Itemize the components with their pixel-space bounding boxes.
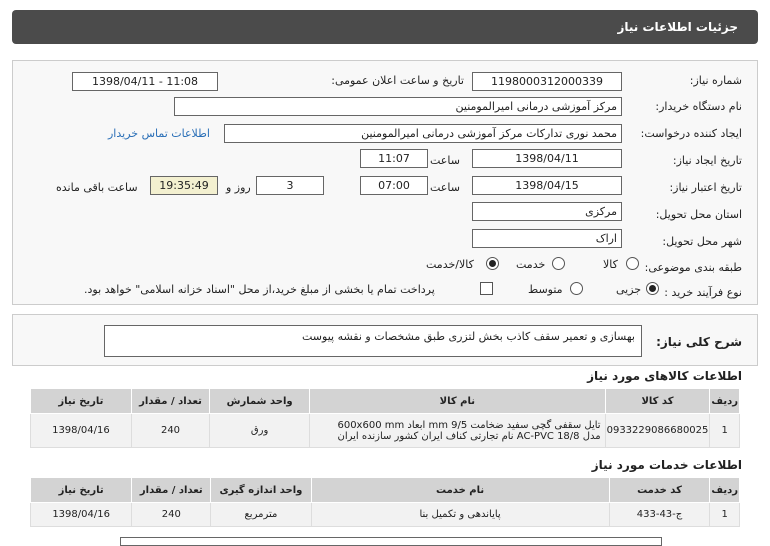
radio-goods[interactable] xyxy=(626,257,639,270)
remaining-time-field: 19:35:49 xyxy=(150,176,218,195)
goods-cell-code: 0933229086680025 xyxy=(604,413,711,448)
services-section-title: اطلاعات خدمات مورد نیاز xyxy=(591,458,742,472)
page-title: جزئیات اطلاعات نیاز xyxy=(617,20,738,34)
created-time-label: ساعت xyxy=(430,154,460,167)
created-time-field[interactable]: 11:07 xyxy=(360,149,428,168)
services-cell-row: 1 xyxy=(709,502,740,527)
page-header: جزئیات اطلاعات نیاز xyxy=(12,10,758,44)
created-date-field[interactable]: 1398/04/11 xyxy=(472,149,622,168)
category-label: طبقه بندی موضوعی: xyxy=(644,261,742,274)
need-number-label: شماره نیاز: xyxy=(689,74,742,87)
announce-field[interactable]: 1398/04/11 - 11:08 xyxy=(72,72,218,91)
valid-time-label: ساعت xyxy=(430,181,460,194)
created-date-label: تاریخ ایجاد نیاز: xyxy=(672,154,742,167)
goods-name-line1: تایل سقفی گچی سفید ضخامت 9/5 mm ابعاد 60… xyxy=(337,419,601,431)
description-label: شرح کلی نیاز: xyxy=(656,335,742,349)
radio-medium-label: متوسط xyxy=(528,283,563,296)
services-table: تاریخ نیاز تعداد / مقدار واحد اندازه گیر… xyxy=(29,477,740,527)
goods-table: تاریخ نیاز تعداد / مقدار واحد شمارش نام … xyxy=(30,388,740,448)
services-header-row: ردیف xyxy=(709,477,740,503)
creator-label: ایجاد کننده درخواست: xyxy=(640,127,742,140)
services-cell-code: ج-43-433 xyxy=(608,502,711,527)
province-field[interactable]: مرکزی xyxy=(472,202,622,221)
valid-date-label: تاریخ اعتبار نیاز: xyxy=(669,181,742,194)
days-field[interactable]: 3 xyxy=(256,176,324,195)
goods-name-line2: مدل AC-PVC 18/8 نام تجارتی کناف ایران کش… xyxy=(337,430,601,442)
radio-partial-label: جزیی xyxy=(616,283,642,296)
goods-cell-unit: ورق xyxy=(209,413,311,448)
services-header-code: کد خدمت xyxy=(608,477,711,503)
radio-goods-service[interactable] xyxy=(486,257,499,270)
services-header-unit: واحد اندازه گیری xyxy=(210,477,312,503)
table-row[interactable]: 1398/04/16 240 مترمربع پایاندهی و تکمیل … xyxy=(29,502,740,527)
goods-header-qty: تعداد / مقدار xyxy=(130,388,211,414)
description-field[interactable]: بهسازی و تعمیر سقف کاذب بخش لتزری طبق مش… xyxy=(104,325,642,357)
radio-service[interactable] xyxy=(552,257,565,270)
contact-link[interactable]: اطلاعات تماس خریدار xyxy=(108,127,210,140)
services-header-date: تاریخ نیاز xyxy=(29,477,133,503)
services-cell-qty: 240 xyxy=(131,502,212,527)
valid-date-field[interactable]: 1398/04/15 xyxy=(472,176,622,195)
province-label: استان محل تحویل: xyxy=(655,208,742,221)
creator-field[interactable]: محمد نوری تدارکات مرکز آموزشی درمانی امی… xyxy=(224,124,622,143)
goods-cell-row: 1 xyxy=(709,413,740,448)
city-field[interactable]: اراک xyxy=(472,229,622,248)
buyer-label: نام دستگاه خریدار: xyxy=(655,100,742,113)
need-number-field[interactable]: 1198000312000339 xyxy=(472,72,622,91)
services-header-name: نام خدمت xyxy=(310,477,610,503)
goods-header-date: تاریخ نیاز xyxy=(30,388,132,414)
services-cell-unit: مترمربع xyxy=(210,502,312,527)
radio-goods-service-label: کالا/خدمت xyxy=(426,258,474,271)
remaining-label: ساعت باقی مانده xyxy=(56,181,138,194)
goods-cell-name: تایل سقفی گچی سفید ضخامت 9/5 mm ابعاد 60… xyxy=(309,413,606,448)
payment-note: پرداخت تمام یا بخشی از مبلغ خرید،از محل … xyxy=(84,283,435,296)
services-header-qty: تعداد / مقدار xyxy=(131,477,212,503)
goods-cell-date: 1398/04/16 xyxy=(30,413,132,448)
radio-partial[interactable] xyxy=(646,282,659,295)
goods-cell-qty: 240 xyxy=(130,413,211,448)
process-label: نوع فرآیند خرید : xyxy=(664,286,742,299)
buyer-field[interactable]: مرکز آموزشی درمانی امیرالمومنین xyxy=(174,97,622,116)
goods-header-unit: واحد شمارش xyxy=(209,388,311,414)
services-cell-date: 1398/04/16 xyxy=(29,502,133,527)
services-cell-name: پایاندهی و تکمیل بنا xyxy=(310,502,610,527)
radio-service-label: خدمت xyxy=(516,258,546,271)
announce-label: تاریخ و ساعت اعلان عمومی: xyxy=(331,74,464,87)
city-label: شهر محل تحویل: xyxy=(662,235,742,248)
radio-medium[interactable] xyxy=(570,282,583,295)
days-label: روز و xyxy=(226,181,251,194)
goods-header-row: ردیف xyxy=(709,388,740,414)
goods-section-title: اطلاعات کالاهای مورد نیاز xyxy=(587,369,742,383)
table-row[interactable]: 1398/04/16 240 ورق تایل سقفی گچی سفید ضخ… xyxy=(30,413,740,448)
treasury-checkbox[interactable] xyxy=(480,282,493,295)
goods-header-name: نام کالا xyxy=(309,388,606,414)
radio-goods-label: کالا xyxy=(603,258,618,271)
valid-time-field[interactable]: 07:00 xyxy=(360,176,428,195)
goods-header-code: کد کالا xyxy=(604,388,711,414)
